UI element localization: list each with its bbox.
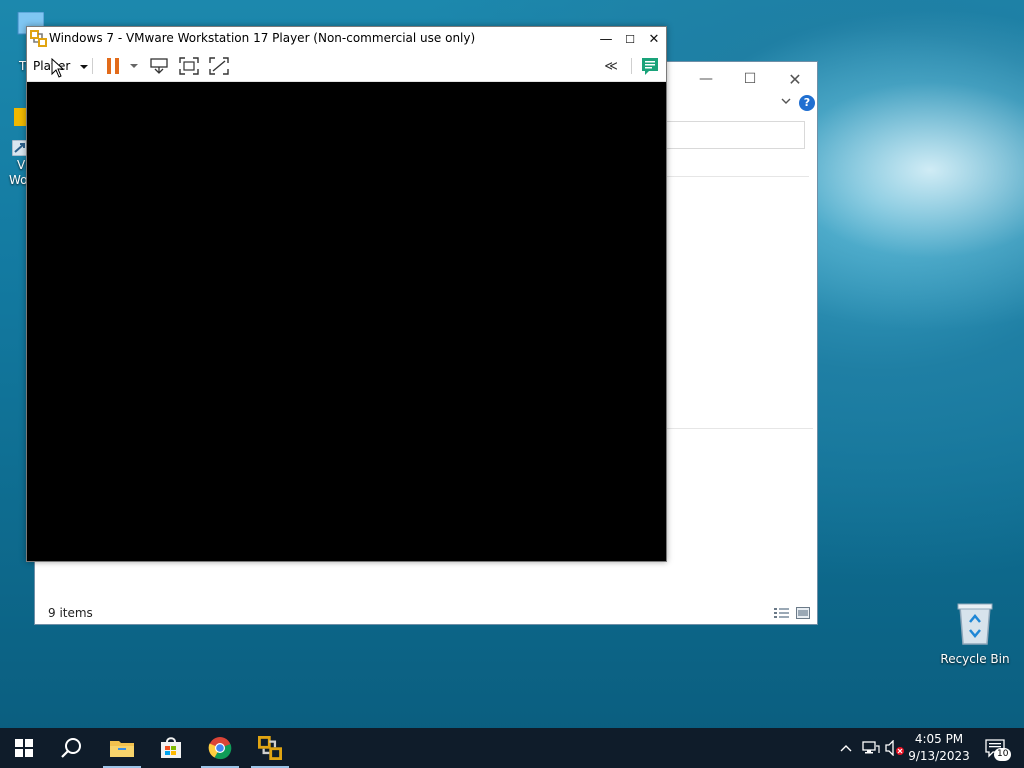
vmware-maximize-button[interactable]: ☐ [618,28,642,50]
mouse-cursor-icon [51,57,65,78]
toolbar-separator [631,58,632,74]
vmware-toolbar: Player ≪ [27,51,666,82]
toolbar-separator [92,58,93,74]
collapse-label: ≪ [604,58,618,74]
network-status-button[interactable] [860,728,882,768]
vmware-minimize-button[interactable]: — [594,28,618,50]
vmware-taskbar-icon [258,736,282,760]
vm-display-screen[interactable] [27,82,666,561]
desktop-icon-recycle-bin[interactable]: Recycle Bin [938,600,1012,666]
help-icon[interactable]: ? [799,95,815,111]
vmware-close-button[interactable]: ✕ [642,28,666,50]
chevron-up-icon [840,745,852,752]
volume-button[interactable] [884,728,906,768]
taskbar-clock[interactable]: 4:05 PM 9/13/2023 [904,731,974,765]
full-screen-button[interactable] [178,55,200,77]
collapse-toolbar-button[interactable]: ≪ [599,55,623,77]
message-log-button[interactable] [639,55,661,77]
action-center-button[interactable]: 10 [980,728,1012,768]
show-hidden-icons-button[interactable] [836,728,856,768]
vmware-window-title: Windows 7 - VMware Workstation 17 Player… [49,31,476,45]
pause-icon [107,58,119,74]
taskbar: 4:05 PM 9/13/2023 10 [0,728,1024,768]
explorer-search-input[interactable] [665,121,805,149]
explorer-divider [667,428,813,429]
taskbar-chrome[interactable] [197,728,243,768]
vmware-player-window: Windows 7 - VMware Workstation 17 Player… [26,26,667,562]
large-icons-view-icon[interactable] [796,607,810,619]
dropdown-arrow-icon [80,59,89,73]
network-icon [862,741,880,754]
ribbon-expand-chevron-icon[interactable] [779,94,793,108]
explorer-divider [667,176,809,177]
notes-icon [642,58,658,75]
chrome-icon [208,737,232,760]
recycle-bin-icon [956,602,994,646]
store-bag-icon [161,737,181,758]
search-icon [61,738,81,758]
explorer-status-items: 9 items [48,606,93,620]
recycle-bin-label: Recycle Bin [940,652,1010,666]
power-options-dropdown[interactable] [127,55,141,77]
taskbar-vmware-player[interactable] [247,728,293,768]
unity-icon [209,57,229,75]
vmware-logo-icon [30,30,47,47]
desktop-icon-label-fragment-wo: Wo [9,173,28,187]
send-ctrl-alt-del-button[interactable] [148,55,170,77]
folder-icon [110,741,134,757]
taskbar-file-explorer[interactable] [99,728,145,768]
taskbar-microsoft-store[interactable] [148,728,194,768]
windows-logo-icon [15,739,33,757]
explorer-close-button[interactable]: ✕ [780,68,810,90]
clock-date: 9/13/2023 [908,749,970,763]
search-button[interactable] [49,728,95,768]
explorer-minimize-button[interactable]: — [691,68,721,90]
fullscreen-icon [179,57,199,75]
vmware-titlebar[interactable]: Windows 7 - VMware Workstation 17 Player… [27,27,666,51]
volume-muted-icon [885,740,904,756]
explorer-maximize-button[interactable]: ☐ [735,68,765,90]
ctrl-alt-del-icon [150,58,168,74]
chevron-down-icon [130,64,138,68]
start-button[interactable] [1,728,47,768]
clock-time: 4:05 PM [914,732,964,746]
notification-count-badge: 10 [994,748,1012,761]
unity-mode-button[interactable] [208,55,230,77]
details-view-icon[interactable] [774,607,790,619]
pause-vm-button[interactable] [103,55,123,77]
